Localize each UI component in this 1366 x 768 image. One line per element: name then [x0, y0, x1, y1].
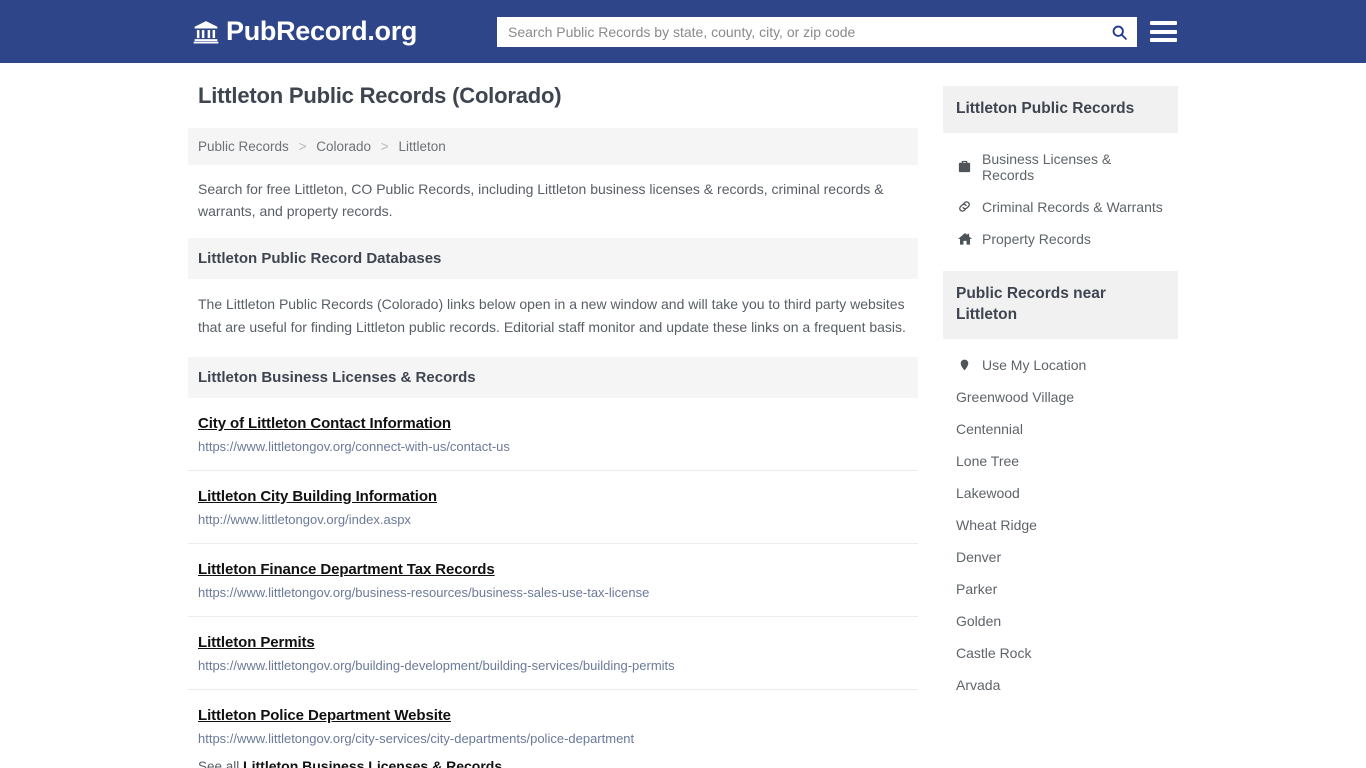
list-item: Littleton Finance Department Tax Records… [188, 544, 918, 617]
search-button[interactable] [1102, 18, 1136, 46]
list-item: Greenwood Village [943, 381, 1178, 413]
list-item: Wheat Ridge [943, 509, 1178, 541]
section-heading-business-licenses: Littleton Business Licenses & Records [188, 356, 918, 398]
sidebar-item-denver[interactable]: Denver [943, 541, 1178, 573]
list-item: Castle Rock [943, 637, 1178, 669]
search-input[interactable] [498, 18, 1102, 46]
record-link-title[interactable]: Littleton Police Department Website [198, 707, 451, 724]
search-icon [1111, 24, 1128, 41]
widget-heading: Littleton Public Records [943, 86, 1178, 133]
see-all-row: See all Littleton Business Licenses & Re… [188, 754, 918, 768]
breadcrumb-separator-1: > [298, 139, 307, 154]
nearby-cities-list: Use My Location Greenwood Village Centen… [943, 339, 1178, 701]
breadcrumb-item-public-records[interactable]: Public Records [198, 139, 289, 154]
site-brand-name: PubRecord.org [226, 16, 418, 46]
site-header: PubRecord.org [0, 0, 1366, 63]
briefcase-icon [956, 159, 973, 174]
hamburger-bar-2 [1150, 29, 1177, 34]
databases-description: The Littleton Public Records (Colorado) … [198, 296, 906, 336]
home-icon [956, 231, 973, 247]
record-link-url[interactable]: https://www.littletongov.org/building-de… [198, 658, 908, 673]
sidebar-item-criminal-records[interactable]: Criminal Records & Warrants [943, 191, 1178, 223]
sidebar-item-property-records[interactable]: Property Records [943, 223, 1178, 255]
widget-public-records-near-littleton: Public Records near Littleton Use My Loc… [943, 270, 1178, 701]
widget-heading: Public Records near Littleton [943, 270, 1178, 339]
page-body: Littleton Public Records (Colorado) Publ… [0, 63, 1366, 768]
breadcrumb-item-littleton[interactable]: Littleton [398, 139, 445, 154]
sidebar-item-label: Golden [956, 612, 1002, 629]
hamburger-menu-icon[interactable] [1150, 19, 1177, 44]
sidebar-item-wheat-ridge[interactable]: Wheat Ridge [943, 509, 1178, 541]
record-link-url[interactable]: https://www.littletongov.org/city-servic… [198, 731, 908, 746]
list-item: Littleton City Building Information http… [188, 471, 918, 544]
see-all-link[interactable]: Littleton Business Licenses & Records [243, 758, 502, 768]
sidebar-item-label: Lakewood [956, 484, 1020, 501]
sidebar-item-use-my-location[interactable]: Use My Location [943, 349, 1178, 381]
sidebar-item-label: Castle Rock [956, 644, 1032, 661]
list-item: Property Records [943, 223, 1178, 255]
list-item: Lakewood [943, 477, 1178, 509]
sidebar-item-label: Centennial [956, 420, 1023, 437]
list-item: Littleton Permits https://www.littletong… [188, 617, 918, 690]
sidebar-item-label: Property Records [982, 230, 1091, 247]
sidebar-item-business-licenses[interactable]: Business Licenses & Records [943, 143, 1178, 191]
sidebar-item-centennial[interactable]: Centennial [943, 413, 1178, 445]
sidebar-item-label: Arvada [956, 676, 1001, 693]
records-category-list: Business Licenses & Records Criminal Rec… [943, 133, 1178, 255]
business-links-list: City of Littleton Contact Information ht… [188, 398, 918, 754]
record-link-url[interactable]: https://www.littletongov.org/business-re… [198, 585, 908, 600]
widget-littleton-public-records: Littleton Public Records Business Licens… [943, 86, 1178, 255]
sidebar-item-label: Criminal Records & Warrants [982, 198, 1163, 215]
sidebar-item-label: Parker [956, 580, 998, 597]
record-link-url[interactable]: http://www.littletongov.org/index.aspx [198, 512, 908, 527]
content-container: Littleton Public Records (Colorado) Publ… [188, 63, 1178, 768]
hamburger-bar-3 [1150, 38, 1177, 42]
record-link-title[interactable]: City of Littleton Contact Information [198, 415, 451, 432]
sidebar-item-label: Denver [956, 548, 1002, 565]
page-title: Littleton Public Records (Colorado) [198, 83, 562, 108]
list-item: Use My Location [943, 349, 1178, 381]
record-link-title[interactable]: Littleton Permits [198, 634, 315, 651]
search-bar [497, 17, 1137, 47]
sidebar-item-greenwood-village[interactable]: Greenwood Village [943, 381, 1178, 413]
section-heading-databases: Littleton Public Record Databases [188, 238, 918, 280]
list-item: City of Littleton Contact Information ht… [188, 398, 918, 471]
see-all-prefix: See all [198, 758, 240, 768]
main-content: Littleton Public Records (Colorado) Publ… [188, 83, 918, 768]
breadcrumb-item-colorado[interactable]: Colorado [316, 139, 371, 154]
sidebar-item-golden[interactable]: Golden [943, 605, 1178, 637]
record-link-url[interactable]: https://www.littletongov.org/connect-wit… [198, 439, 908, 454]
sidebar-item-arvada[interactable]: Arvada [943, 669, 1178, 701]
list-item: Arvada [943, 669, 1178, 701]
sidebar-item-castle-rock[interactable]: Castle Rock [943, 637, 1178, 669]
list-item: Business Licenses & Records [943, 143, 1178, 191]
list-item: Littleton Police Department Website http… [188, 690, 918, 754]
list-item: Parker [943, 573, 1178, 605]
sidebar-item-label: Business Licenses & Records [982, 150, 1112, 183]
hamburger-bar-1 [1150, 21, 1177, 25]
sidebar-item-lakewood[interactable]: Lakewood [943, 477, 1178, 509]
breadcrumb-separator-2: > [380, 139, 389, 154]
list-item: Lone Tree [943, 445, 1178, 477]
link-chain-icon [956, 199, 973, 214]
sidebar: Littleton Public Records Business Licens… [943, 83, 1178, 717]
map-pin-icon [956, 357, 973, 373]
list-item: Denver [943, 541, 1178, 573]
sidebar-item-label: Use My Location [982, 356, 1087, 373]
list-item: Criminal Records & Warrants [943, 191, 1178, 223]
sidebar-item-label: Wheat Ridge [956, 516, 1037, 533]
list-item: Golden [943, 605, 1178, 637]
sidebar-item-label: Lone Tree [956, 452, 1020, 469]
intro-text: Search for free Littleton, CO Public Rec… [198, 181, 884, 219]
list-item: Centennial [943, 413, 1178, 445]
breadcrumb: Public Records > Colorado > Littleton [188, 128, 918, 165]
sidebar-item-parker[interactable]: Parker [943, 573, 1178, 605]
record-link-title[interactable]: Littleton City Building Information [198, 488, 437, 505]
bank-institution-icon [193, 19, 219, 45]
sidebar-item-lone-tree[interactable]: Lone Tree [943, 445, 1178, 477]
site-logo-link[interactable]: PubRecord.org [193, 18, 417, 45]
record-link-title[interactable]: Littleton Finance Department Tax Records [198, 561, 495, 578]
sidebar-item-label: Greenwood Village [956, 388, 1075, 405]
